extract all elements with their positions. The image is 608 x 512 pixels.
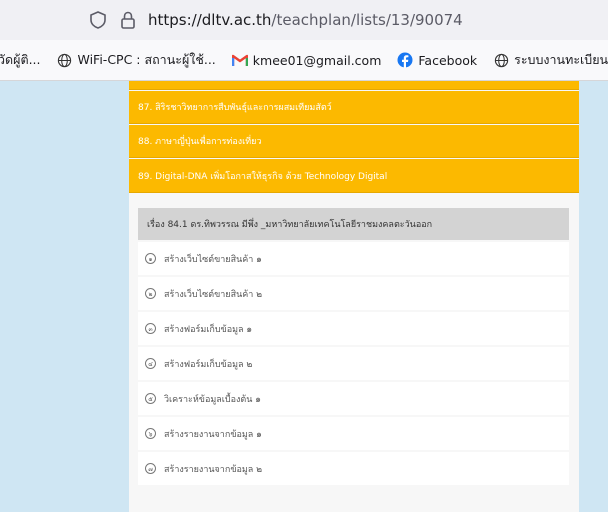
- lesson-item[interactable]: ๗ สร้างรายงานจากข้อมูล ๒: [138, 452, 569, 485]
- url-host: https://dltv.ac.th: [148, 11, 272, 29]
- course-menu-label: 89. Digital-DNA เพิ่มโอกาสให้ธุรกิจ ด้วย…: [138, 171, 388, 182]
- lesson-item[interactable]: ๖ สร้างรายงานจากข้อมูล ๑: [138, 417, 569, 450]
- lesson-number: ๔: [145, 358, 156, 369]
- lesson-item[interactable]: ๒ สร้างเว็บไซต์ขายสินค้า ๒: [138, 277, 569, 310]
- lesson-number: ๗: [145, 463, 156, 474]
- page-content: 87. สิริรชาวิทยาการสืบพันธุ์และการผสมเที…: [0, 81, 608, 512]
- course-menu-label: 88. ภาษาญี่ปุ่นเพื่อการท่องเที่ยว: [138, 137, 262, 147]
- lesson-number: ๑: [145, 253, 156, 264]
- course-menu-item[interactable]: 89. Digital-DNA เพิ่มโอกาสให้ธุรกิจ ด้วย…: [129, 159, 579, 193]
- lesson-item[interactable]: ๓ สร้างฟอร์มเก็บข้อมูล ๑: [138, 312, 569, 345]
- lesson-item-label: สร้างฟอร์มเก็บข้อมูล ๑: [164, 324, 253, 335]
- lesson-item-label: สร้างเว็บไซต์ขายสินค้า ๑: [164, 254, 262, 265]
- bookmark-label: kmee01@gmail.com: [252, 52, 382, 68]
- address-bar: https://dltv.ac.th/teachplan/lists/13/90…: [0, 0, 608, 40]
- lesson-item-label: สร้างเว็บไซต์ขายสินค้า ๒: [164, 289, 263, 300]
- gmail-icon: [231, 52, 248, 68]
- lesson-number: ๓: [145, 323, 156, 334]
- bookmark-label: ระบบงานทะเบียน: [514, 52, 608, 67]
- lesson-item-label: สร้างฟอร์มเก็บข้อมูล ๒: [164, 359, 253, 370]
- course-menu-item[interactable]: 88. ภาษาญี่ปุ่นเพื่อการท่องเที่ยว: [129, 125, 579, 158]
- lesson-number: ๕: [145, 393, 156, 404]
- lesson-item-label: สร้างรายงานจากข้อมูล ๒: [164, 464, 263, 475]
- bookmarks-bar: วัดผู้ติ... WiFi-CPC : สถานะผู้ใช้... km…: [0, 40, 608, 81]
- lesson-item[interactable]: ๑ สร้างเว็บไซต์ขายสินค้า ๑: [138, 242, 569, 275]
- lesson-number: ๒: [145, 288, 156, 299]
- course-menu-item-partial[interactable]: [129, 81, 579, 90]
- lesson-item-label: วิเคราะห์ข้อมูลเบื้องต้น ๑: [164, 394, 261, 405]
- lesson-item-label: สร้างรายงานจากข้อมูล ๑: [164, 429, 262, 440]
- bookmark-item[interactable]: WiFi-CPC : สถานะผู้ใช้...: [57, 50, 216, 70]
- lesson-header: เรื่อง 84.1 ดร.ทิพวรรณ มีพึ่ง _มหาวิทยาล…: [138, 208, 569, 240]
- bookmark-item[interactable]: วัดผู้ติ...: [0, 50, 41, 70]
- bookmark-item[interactable]: kmee01@gmail.com: [231, 52, 382, 68]
- lock-icon[interactable]: [118, 10, 138, 30]
- course-panel: 87. สิริรชาวิทยาการสืบพันธุ์และการผสมเที…: [129, 81, 579, 512]
- course-menu-item[interactable]: 87. สิริรชาวิทยาการสืบพันธุ์และการผสมเที…: [129, 91, 579, 124]
- bookmark-item[interactable]: ระบบงานทะเบียน: [493, 50, 608, 70]
- globe-icon: [493, 52, 509, 68]
- lesson-item[interactable]: ๔ สร้างฟอร์มเก็บข้อมูล ๒: [138, 347, 569, 380]
- bookmark-item[interactable]: Facebook: [397, 52, 477, 68]
- shield-icon[interactable]: [88, 10, 108, 30]
- lesson-item[interactable]: ๕ วิเคราะห์ข้อมูลเบื้องต้น ๑: [138, 382, 569, 415]
- lesson-title: เรื่อง 84.1 ดร.ทิพวรรณ มีพึ่ง _มหาวิทยาล…: [147, 220, 433, 230]
- bookmark-label: Facebook: [418, 52, 478, 68]
- facebook-icon: [397, 52, 413, 68]
- globe-icon: [57, 52, 73, 68]
- bookmark-label: WiFi-CPC : สถานะผู้ใช้...: [77, 52, 216, 67]
- lesson-number: ๖: [145, 428, 156, 439]
- url-field[interactable]: https://dltv.ac.th/teachplan/lists/13/90…: [88, 6, 608, 34]
- course-menu-label: 87. สิริรชาวิทยาการสืบพันธุ์และการผสมเที…: [138, 103, 332, 113]
- url-path: /teachplan/lists/13/90074: [271, 11, 463, 29]
- bookmark-label: วัดผู้ติ...: [0, 52, 41, 67]
- url-text[interactable]: https://dltv.ac.th/teachplan/lists/13/90…: [148, 11, 463, 29]
